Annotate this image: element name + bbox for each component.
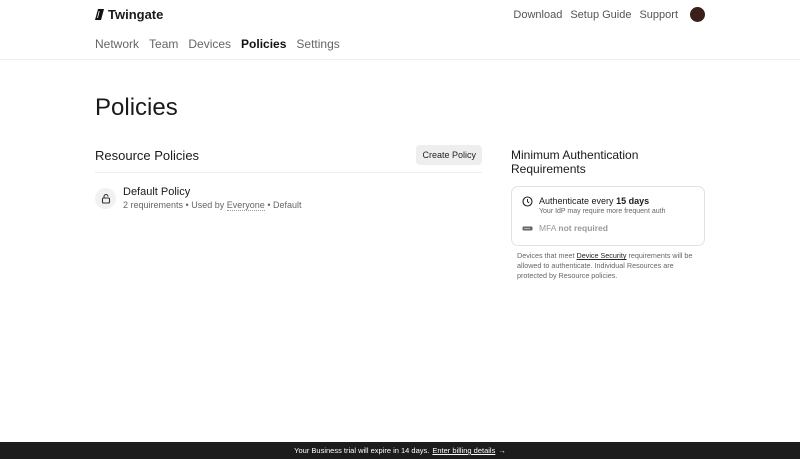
arrow-right-icon: → [498,446,506,455]
trial-text: Your Business trial will expire in 14 da… [294,446,430,455]
auth-card[interactable]: Authenticate every 15 days Your IdP may … [511,186,705,246]
auth-requirements-section: Minimum Authentication Requirements Auth… [511,148,705,281]
mfa-icon [522,226,533,230]
auth-duration: 15 days [616,196,650,206]
trial-banner: Your Business trial will expire in 14 da… [0,442,800,459]
tab-settings[interactable]: Settings [296,37,339,51]
billing-link[interactable]: Enter billing details [432,446,495,455]
note-text: Devices that meet [517,251,575,260]
create-policy-button[interactable]: Create Policy [416,145,482,165]
main-nav: Network Team Devices Policies Settings [95,37,340,51]
top-bar: Twingate Download Setup Guide Support Ne… [0,0,800,60]
mfa-label: MFA [539,223,557,233]
separator: • [185,200,189,210]
used-by-label: Used by [191,200,225,210]
auth-note: Devices that meet Device Security requir… [511,251,705,281]
tab-network[interactable]: Network [95,37,139,51]
used-by-group[interactable]: Everyone [226,200,265,211]
download-link[interactable]: Download [513,9,562,21]
section-title: Minimum Authentication Requirements [511,148,639,176]
policy-tag: Default [272,200,302,210]
logo[interactable]: Twingate [95,7,163,22]
policy-requirements: 2 requirements [123,200,184,210]
clock-icon [522,196,533,207]
tab-policies[interactable]: Policies [241,37,286,51]
policy-name: Default Policy [123,186,191,198]
list-item[interactable]: Default Policy 2 requirements • Used by … [95,186,482,211]
brand-name: Twingate [108,7,164,22]
auth-sub: Your IdP may require more frequent auth [539,208,666,215]
device-security-link[interactable]: Device Security [577,251,627,260]
auth-line: Authenticate every [539,196,614,206]
support-link[interactable]: Support [639,9,678,21]
page-title: Policies [95,94,178,121]
twingate-logo-icon [95,9,104,20]
separator: • [267,200,271,210]
lock-icon [95,187,116,209]
mfa-value: not required [558,223,608,233]
resource-policies-section: Resource Policies Create Policy Default … [95,145,482,211]
avatar[interactable] [690,7,705,22]
section-title: Resource Policies [95,147,200,163]
setup-guide-link[interactable]: Setup Guide [570,9,631,21]
tab-team[interactable]: Team [149,37,178,51]
tab-devices[interactable]: Devices [188,37,231,51]
